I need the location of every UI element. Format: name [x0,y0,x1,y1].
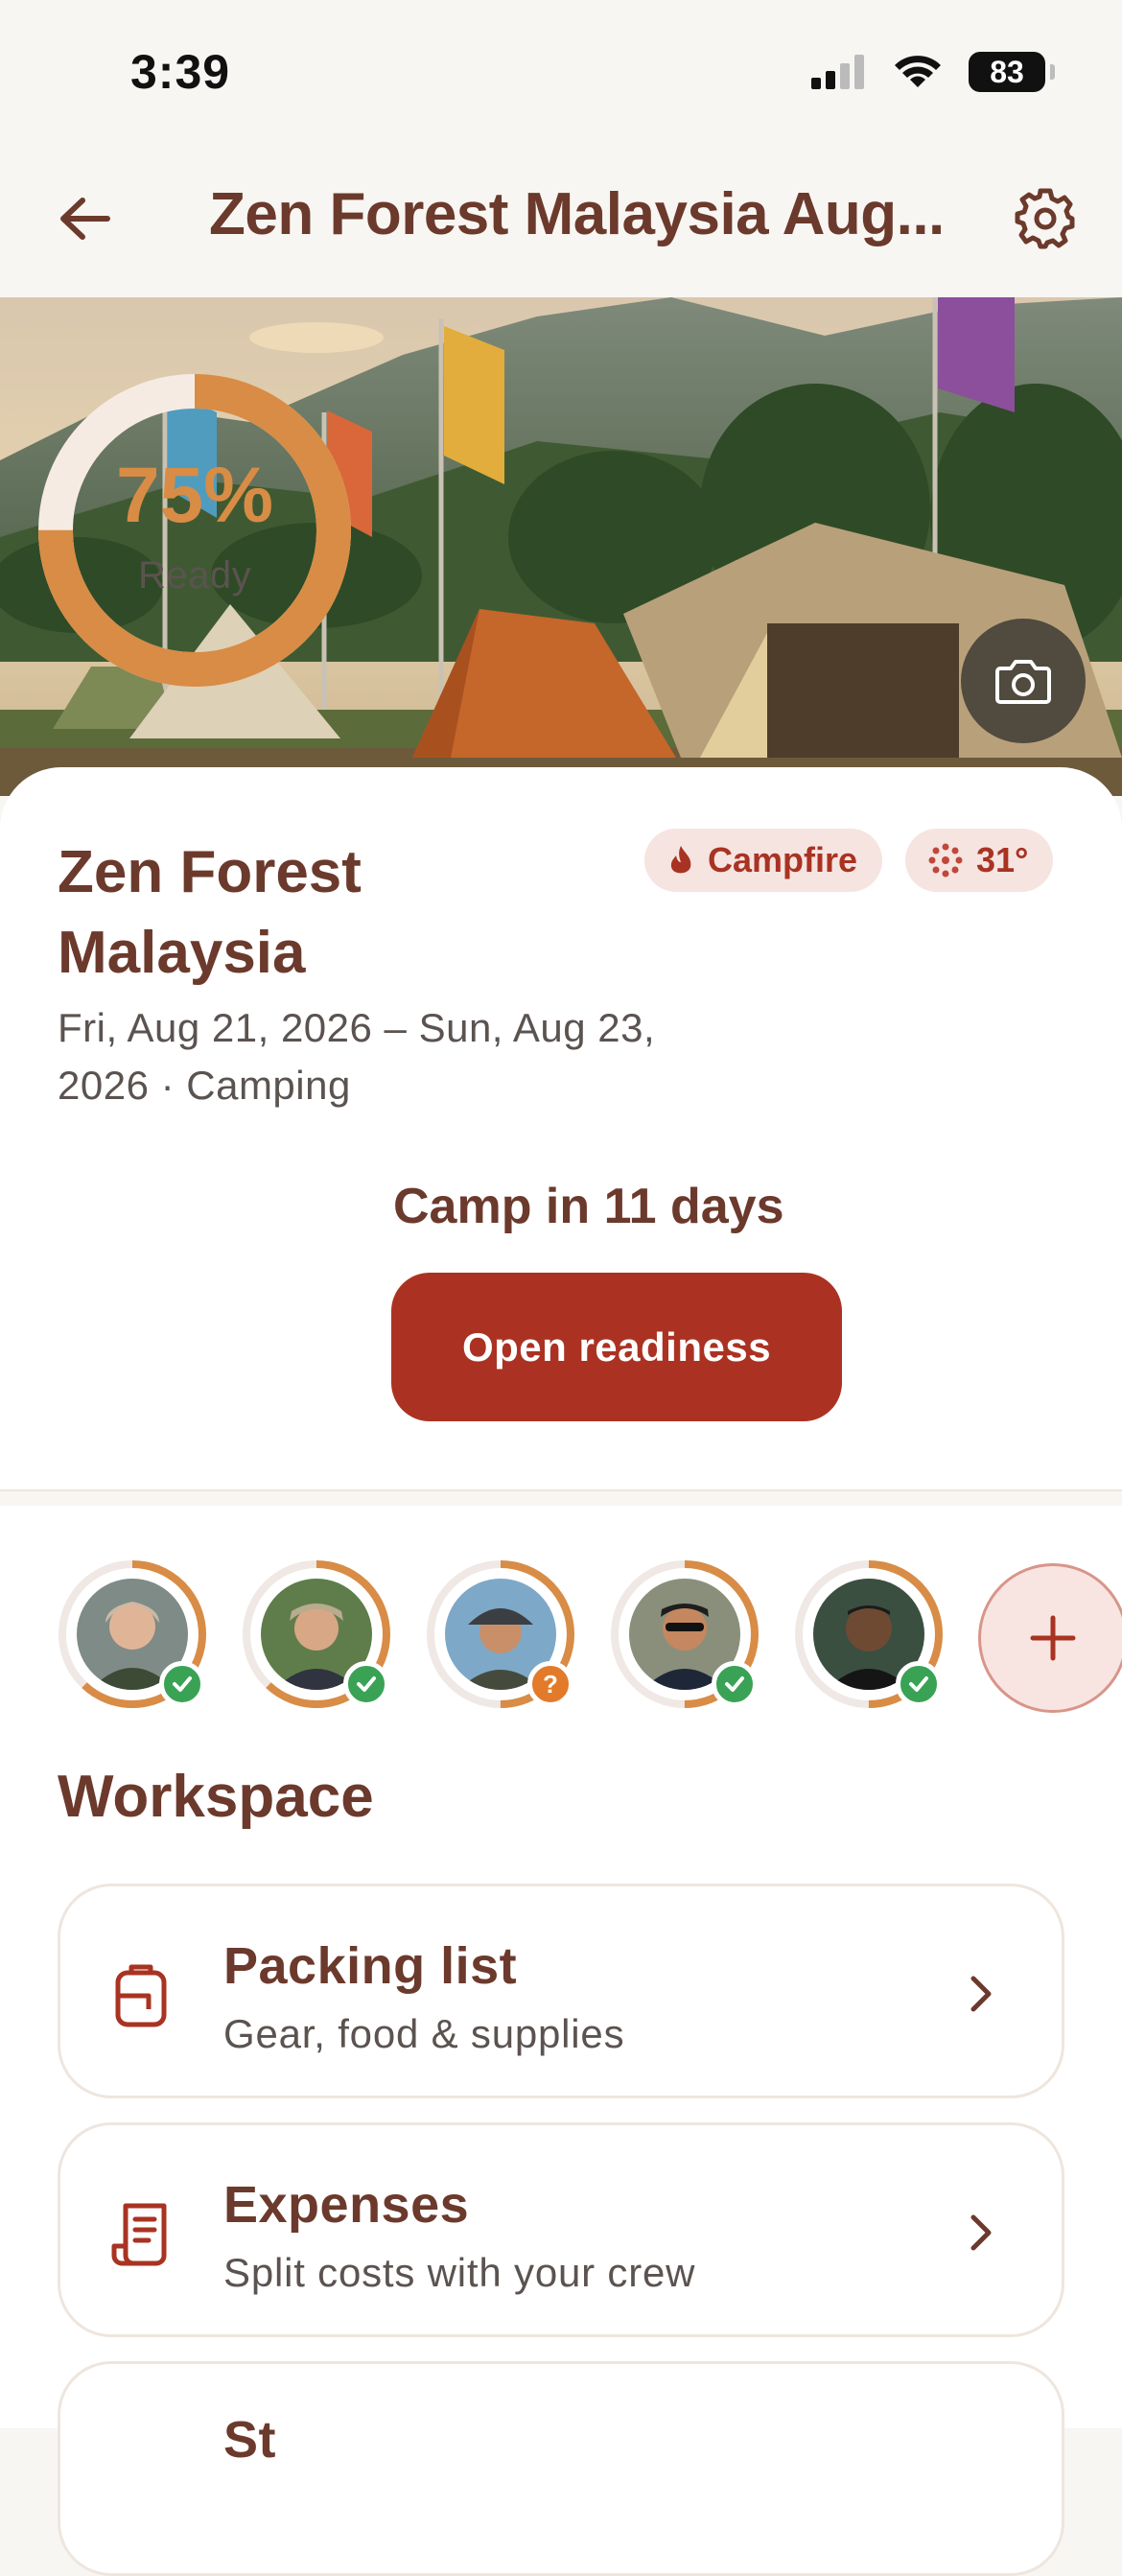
confirmed-badge [343,1661,389,1707]
temperature-chip-label: 31° [976,840,1029,879]
back-button[interactable] [46,180,123,257]
settings-button[interactable] [1007,180,1084,257]
weather-icon [928,843,963,878]
status-bar: 3:39 83 [0,0,1122,144]
countdown-text: Camp in 11 days [393,1179,784,1234]
plus-icon [1030,1615,1076,1661]
add-crew-member-button[interactable] [978,1563,1122,1713]
vibe-chip-label: Campfire [708,840,858,879]
crew-row: ? [0,1506,1122,1717]
open-readiness-button[interactable]: Open readiness [391,1273,842,1421]
confirmed-badge [159,1661,205,1707]
packing-list-title: Packing list [223,1937,518,1995]
gear-icon [1015,188,1075,249]
workspace-title: Workspace [58,1764,374,1830]
flame-icon [670,846,691,874]
readiness-label: Ready [137,554,252,597]
check-icon [357,1676,376,1692]
workspace-card-partial-title: St [223,2411,276,2469]
confirmed-badge [896,1661,942,1707]
temperature-chip: 31° [905,829,1054,892]
app-header: Zen Forest Malaysia Aug... [0,144,1122,297]
status-time: 3:39 [130,45,231,99]
check-icon [173,1676,192,1692]
backpack-icon [115,1964,167,2027]
crew-member-5[interactable] [792,1557,946,1711]
vibe-chip: Campfire [644,829,883,892]
trip-name: Zen Forest Malaysia [58,839,362,986]
camera-icon [995,660,1051,704]
pending-badge: ? [527,1661,573,1707]
check-icon [725,1676,744,1692]
check-icon [909,1676,928,1692]
arrow-left-icon [60,198,110,240]
expenses-card[interactable]: Expenses Split costs with your crew [58,2122,1064,2337]
wifi-icon [895,56,941,87]
crew-member-1[interactable] [56,1557,209,1711]
chevron-right-icon [970,2214,992,2251]
trip-dates: Fri, Aug 21, 2026 – Sun, Aug 23, 2026 · … [58,1005,656,1108]
battery-indicator: 83 [969,52,1055,92]
question-icon: ? [543,1669,558,1698]
packing-list-subtitle: Gear, food & supplies [223,2011,625,2056]
crew-member-2[interactable] [240,1557,393,1711]
expenses-title: Expenses [223,2176,470,2234]
crew-member-3[interactable]: ? [424,1557,577,1711]
workspace-card-partial[interactable]: St [58,2361,1064,2576]
readiness-percent: 75% [115,452,274,539]
packing-list-card[interactable]: Packing list Gear, food & supplies [58,1884,1064,2098]
change-cover-button[interactable] [961,619,1086,743]
confirmed-badge [712,1661,758,1707]
receipt-icon [111,2203,167,2266]
expenses-subtitle: Split costs with your crew [223,2250,696,2295]
crew-member-4[interactable] [608,1557,761,1711]
status-icons: 83 [811,50,1055,94]
cellular-signal-icon [811,55,864,89]
chevron-right-icon [970,1976,992,2012]
page-title: Zen Forest Malaysia Aug... [209,181,945,247]
